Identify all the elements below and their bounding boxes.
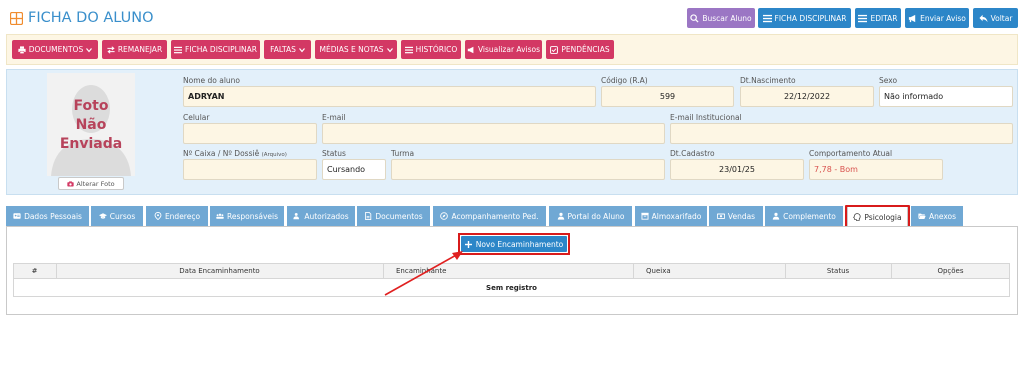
status-label: Status [322,149,346,158]
id-card-icon [13,213,21,219]
photo-placeholder-text: Foto Não Enviada [59,98,123,152]
tab-acompanhamento-ped[interactable]: Acompanhamento Ped. [433,206,546,226]
page-title: FICHA DO ALUNO [10,9,154,27]
users-icon [216,213,224,219]
ficha-disciplinar-button[interactable]: FICHA DISCIPLINAR [758,8,851,28]
status-select[interactable]: Cursando [322,159,386,180]
cadastro-label: Dt.Cadastro [670,149,715,158]
money-icon [716,213,725,219]
faltas-dropdown[interactable]: FALTAS [264,40,311,59]
psicologia-tab-highlight [845,205,910,228]
graduation-cap-icon [98,213,107,219]
list-icon [858,14,868,22]
nome-label: Nome do aluno [183,76,241,85]
turma-label: Turma [391,149,415,158]
tab-cursos[interactable]: Cursos [91,206,143,226]
nascimento-label: Dt.Nascimento [740,76,796,85]
exchange-icon [107,45,115,54]
grid-icon [10,11,23,25]
enviar-aviso-button[interactable]: Enviar Aviso [905,8,969,28]
sexo-select[interactable]: Não informado [879,86,1013,107]
tab-anexos[interactable]: Anexos [911,206,963,226]
documentos-dropdown[interactable]: DOCUMENTOS [12,40,98,59]
tab-documentos[interactable]: Documentos [357,206,430,226]
archive-icon [641,212,649,220]
email-label: E-mail [322,113,346,122]
col-opcoes: Opções [937,267,964,275]
megaphone-icon [908,14,916,22]
list-icon [174,46,182,53]
user-check-icon [293,212,300,220]
codigo-field[interactable]: 599 [601,86,734,107]
celular-label: Celular [183,113,210,122]
map-marker-icon [154,212,162,220]
email-field[interactable] [322,123,665,144]
alterar-foto-button[interactable]: Alterar Foto [58,177,124,190]
printer-icon [18,45,26,54]
remanejar-button[interactable]: REMANEJAR [102,40,167,59]
chevron-down-icon [86,47,93,52]
tab-complemento[interactable]: Complemento [765,206,843,226]
user-icon [557,212,564,220]
comportamento-field: 7,78 - Bom [809,159,943,180]
tab-almoxarifado[interactable]: Almoxarifado [635,206,707,226]
tab-endereco[interactable]: Endereço [146,206,208,226]
tab-autorizados[interactable]: Autorizados [287,206,355,226]
search-icon [690,13,699,23]
megaphone-icon [467,46,474,53]
editar-button[interactable]: EDITAR [855,8,901,28]
codigo-label: Código (R.A) [601,76,648,85]
list-icon [404,46,413,53]
voltar-button[interactable]: Voltar [973,8,1018,28]
chevron-down-icon [386,47,393,52]
empty-row: Sem registro [13,279,1010,297]
tab-responsaveis[interactable]: Responsáveis [210,206,284,226]
user-icon [772,212,780,220]
col-status: Status [826,267,850,275]
reply-icon [979,14,988,22]
tab-dados-pessoais[interactable]: Dados Pessoais [6,206,89,226]
comportamento-label: Comportamento Atual [809,149,893,158]
medias-notas-dropdown[interactable]: MÉDIAS E NOTAS [315,40,397,59]
caixa-field[interactable] [183,159,317,180]
file-icon [365,212,372,220]
compass-icon [440,212,449,220]
caixa-label: Nº Caixa / Nº Dossiê (Arquivo) [183,149,287,158]
buscar-aluno-button[interactable]: Buscar Aluno [687,8,755,28]
annotation-arrow [384,251,463,296]
col-queixa: Queixa [646,267,671,275]
nome-field[interactable]: ADRYAN [183,86,596,107]
list-icon [762,14,772,22]
celular-field[interactable] [183,123,317,144]
tab-vendas[interactable]: Vendas [709,206,763,226]
camera-icon [67,180,75,186]
folder-open-icon [918,213,926,220]
col-index: # [31,267,38,275]
cadastro-field[interactable]: 23/01/25 [670,159,804,180]
tab-portal-do-aluno[interactable]: Portal do Aluno [549,206,632,226]
chevron-down-icon [298,47,305,52]
sexo-label: Sexo [879,76,898,85]
ficha-disciplinar-action-button[interactable]: FICHA DISCIPLINAR [171,40,260,59]
visualizar-avisos-button[interactable]: Visualizar Avisos [465,40,542,59]
nascimento-field[interactable]: 22/12/2022 [740,86,874,107]
pendencias-button[interactable]: PENDÊNCIAS [546,40,614,59]
turma-field[interactable] [391,159,665,180]
email-inst-field[interactable] [670,123,1013,144]
email-inst-label: E-mail Institucional [670,113,742,122]
page-title-text: FICHA DO ALUNO [28,10,154,26]
historico-button[interactable]: HISTÓRICO [401,40,461,59]
check-square-icon [550,45,559,54]
col-data-encaminhamento: Data Encaminhamento [179,267,260,275]
